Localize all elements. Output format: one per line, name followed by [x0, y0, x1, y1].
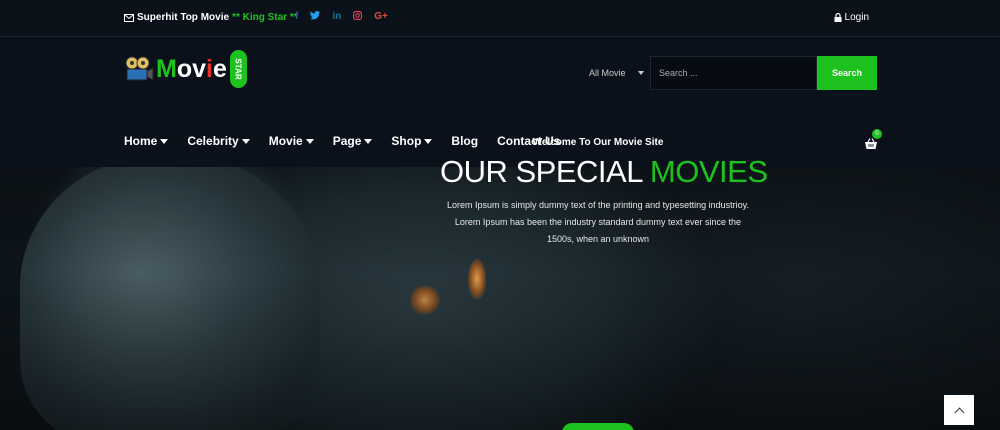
logo-wordmark: Movie — [156, 54, 227, 83]
category-label: All Movie — [589, 68, 626, 78]
lock-icon — [834, 13, 842, 22]
shopping-basket-icon — [865, 138, 877, 149]
hero-content: Welcome To Our Movie Site OUR SPECIAL MO… — [440, 137, 768, 248]
hero-title: OUR SPECIAL MOVIES — [440, 154, 768, 189]
nav-label: Home — [124, 134, 158, 148]
nav-label: Shop — [391, 134, 422, 148]
google-plus-icon[interactable]: G+ — [374, 11, 388, 23]
top-bar: Superhit Top Movie ** King Star ** f in … — [0, 0, 1000, 37]
nav-item-movie[interactable]: Movie — [269, 134, 314, 148]
logo-star-badge: STAR — [229, 50, 247, 88]
login-label: Login — [844, 12, 869, 23]
search-input[interactable] — [650, 56, 817, 90]
twitter-icon[interactable] — [310, 11, 321, 23]
search-bar: All Movie Search — [580, 56, 877, 90]
login-link[interactable]: Login — [834, 12, 869, 23]
film-camera-icon — [125, 56, 154, 81]
nav-item-celebrity[interactable]: Celebrity — [187, 134, 250, 148]
cart-count-badge: 0 — [872, 129, 882, 139]
promo-label: Superhit Top Movie — [137, 12, 230, 23]
instagram-icon[interactable] — [353, 11, 363, 23]
caret-down-icon — [305, 139, 314, 144]
linkedin-icon[interactable]: in — [332, 11, 341, 23]
hero-kicker: Welcome To Our Movie Site — [532, 137, 664, 148]
envelope-icon — [124, 13, 134, 22]
nav-label: Movie — [268, 134, 303, 148]
nav-item-home[interactable]: Home — [124, 134, 169, 148]
facebook-icon[interactable]: f — [295, 11, 298, 23]
hero-cta-button[interactable] — [562, 423, 634, 430]
caret-down-icon — [364, 139, 373, 144]
promo-accent: ** King Star ** — [232, 12, 298, 23]
back-to-top-button[interactable] — [944, 395, 974, 425]
nav-label: Page — [332, 134, 362, 148]
caret-down-icon — [241, 139, 250, 144]
caret-down-icon — [424, 139, 433, 144]
hero-description: Lorem Ipsum is simply dummy text of the … — [447, 200, 749, 244]
nav-item-shop[interactable]: Shop — [391, 134, 433, 148]
cart-button[interactable]: 0 — [864, 129, 882, 151]
site-logo[interactable]: Movie STAR — [124, 49, 247, 89]
promo-text: Superhit Top Movie ** King Star ** — [124, 12, 298, 23]
chevron-up-icon — [954, 407, 964, 417]
caret-down-icon — [160, 139, 169, 144]
category-select[interactable]: All Movie — [580, 56, 650, 90]
chevron-down-icon — [638, 71, 644, 75]
social-links: f in G+ — [295, 11, 388, 23]
nav-item-page[interactable]: Page — [333, 134, 373, 148]
nav-label: Celebrity — [187, 134, 239, 148]
search-button[interactable]: Search — [817, 56, 877, 90]
